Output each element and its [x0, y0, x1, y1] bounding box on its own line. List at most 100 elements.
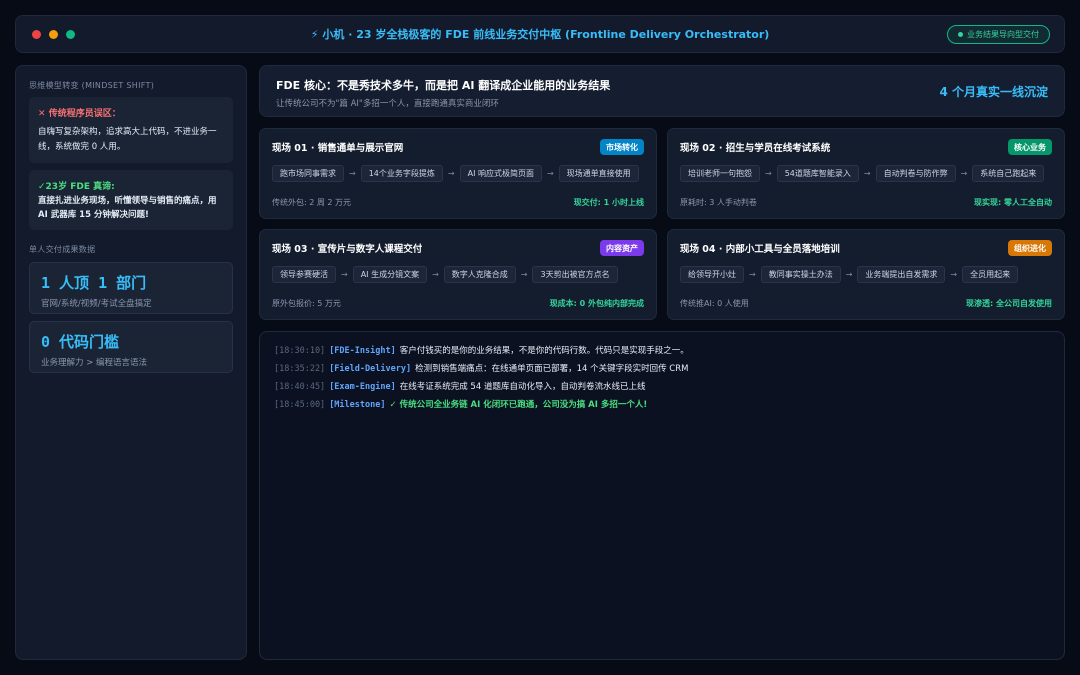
cross-icon: ✕ [38, 109, 49, 119]
maximize-dot[interactable] [66, 30, 75, 39]
log-timestamp: [18:30:10] [274, 346, 326, 356]
flow-step: 现场通单直接使用 [558, 165, 639, 182]
case-before: 原耗时: 3 人手动判卷 [680, 198, 757, 207]
flow-step: 3天剪出被官方点名 [532, 266, 618, 283]
flow-step: 教同事实操土办法 [760, 266, 841, 283]
case-after: 现实现: 零人工全自动 [974, 198, 1052, 207]
case-card-03[interactable]: 现场 03 · 宣传片与数字人课程交付 内容资产 领导参赛硬活 → AI 生成分镜… [259, 229, 657, 320]
close-dot[interactable] [32, 30, 41, 39]
flow-step: 54道题库智能录入 [776, 165, 859, 182]
flow-step: 系统自己跑起来 [972, 165, 1045, 182]
mode-badge: 业务结果导向型交付 [947, 25, 1050, 44]
log-message: 在线考证系统完成 54 道题库自动化导入，自动判卷流水线已上线 [399, 382, 646, 392]
flow-step: AI 生成分镜文案 [352, 266, 428, 283]
case-tag: 核心业务 [1008, 139, 1052, 155]
stats-label: 单人交付成果数据 [29, 245, 96, 254]
log-message: 检测到销售端痛点：在线通单页面已部署，14 个关键字段实时回传 CRM [415, 364, 689, 374]
case-card-02[interactable]: 现场 02 · 招生与学员在线考试系统 核心业务 培训老师一句抱怨 → 54道题库… [667, 128, 1065, 219]
case-title: 现场 02 · 招生与学员在线考试系统 [680, 143, 831, 154]
minimize-dot[interactable] [49, 30, 58, 39]
log-tag: [Exam-Engine] [329, 382, 396, 392]
truth-card: ✓23岁 FDE 真谛: 直接扎进业务现场，听懂领导与销售的痛点，用 AI 武器… [29, 170, 233, 230]
case-flow: 领导参赛硬活 → AI 生成分镜文案 → 数字人克隆合成 → 3天剪出被官方点名 [272, 266, 618, 283]
banner-subtitle: 让传统公司不为"篇 AI"多招一个人，直接跑通真实商业闭环 [276, 99, 499, 109]
case-flow: 跑市场同事需求 → 14个业务字段提炼 → AI 响应式极简页面 → 现场通单直接使用 [272, 165, 639, 182]
banner-highlight: 4 个月真实一线沉淀 [939, 85, 1048, 99]
case-tag: 市场转化 [600, 139, 644, 155]
case-tag: 组织进化 [1008, 240, 1052, 256]
check-icon: ✓ [38, 182, 46, 192]
log-tag: [Field-Delivery] [329, 364, 412, 374]
case-title: 现场 01 · 销售通单与展示官网 [272, 143, 404, 154]
arrow-right-icon: → [546, 169, 554, 178]
lightning-icon: ⚡ [310, 28, 319, 41]
log-console[interactable]: [18:30:10] [FDE-Insight] 客户付钱买的是你的业务结果，不是你… [259, 331, 1065, 660]
log-timestamp: [18:45:00] [274, 400, 326, 410]
arrow-right-icon: → [341, 270, 348, 279]
case-flow: 给领导开小灶 → 教同事实操土办法 → 业务端提出自发需求 → 全员用起来 [680, 266, 1019, 283]
stat-card: 1 人顶 1 部门 官网/系统/视频/考试全盘搞定 [29, 262, 233, 314]
arrow-right-icon: → [749, 270, 756, 279]
case-tag: 内容资产 [600, 240, 644, 256]
status-dot-icon [958, 32, 963, 37]
case-title: 现场 03 · 宣传片与数字人课程交付 [272, 244, 423, 255]
log-line: [18:35:22] [Field-Delivery] 检测到销售端痛点：在线通单页… [274, 360, 1050, 378]
arrow-right-icon: → [960, 169, 968, 178]
stat-sub: 官网/系统/视频/考试全盘搞定 [41, 299, 152, 309]
arrow-right-icon: → [845, 270, 853, 279]
main-panel: FDE 核心：不是秀技术多牛，而是把 AI 翻译成企业能用的业务结果 让传统公司… [259, 65, 1065, 660]
log-timestamp: [18:40:45] [274, 382, 326, 392]
case-after: 现交付: 1 小时上线 [573, 198, 644, 207]
case-before: 传统外包: 2 周 2 万元 [272, 198, 352, 207]
stat-value: 1 人顶 1 部门 [41, 274, 147, 292]
arrow-right-icon: → [765, 169, 772, 178]
banner-title: FDE 核心：不是秀技术多牛，而是把 AI 翻译成企业能用的业务结果 [276, 79, 611, 92]
flow-step: 给领导开小灶 [680, 266, 744, 283]
stat-sub: 业务理解力 > 编程语言语法 [41, 358, 148, 368]
truth-title: ✓23岁 FDE 真谛: [38, 182, 115, 192]
myth-body: 自嗨写复杂架构，追求高大上代码，不进业务一线，系统做完 0 人用。 [38, 127, 217, 152]
case-before: 传统推AI: 0 人使用 [680, 299, 749, 308]
core-banner: FDE 核心：不是秀技术多牛，而是把 AI 翻译成企业能用的业务结果 让传统公司… [259, 65, 1065, 117]
mindset-label: 思维模型转变 (MINDSET SHIFT) [29, 81, 155, 90]
log-message: 客户付钱买的是你的业务结果，不是你的代码行数。代码只是实现手段之一。 [399, 346, 689, 356]
log-line: [18:40:45] [Exam-Engine] 在线考证系统完成 54 道题库自动… [274, 378, 1050, 396]
arrow-right-icon: → [520, 270, 528, 279]
flow-step: 14个业务字段提炼 [360, 165, 443, 182]
app-title-text: 小机 · 23 岁全栈极客的 FDE 前线业务交付中枢 (Frontline D… [322, 28, 770, 41]
stat-value: 0 代码门槛 [41, 333, 120, 351]
case-card-04[interactable]: 现场 04 · 内部小工具与全员落地培训 组织进化 给领导开小灶 → 教同事实操土… [667, 229, 1065, 320]
arrow-right-icon: → [950, 270, 958, 279]
log-line: [18:30:10] [FDE-Insight] 客户付钱买的是你的业务结果，不是你… [274, 342, 1050, 360]
log-message: ✓ 传统公司全业务链 AI 化闭环已跑通，公司没为搞 AI 多招一个人! [389, 400, 648, 410]
myth-card: ✕ 传统程序员误区： 自嗨写复杂架构，追求高大上代码，不进业务一线，系统做完 0… [29, 97, 233, 163]
flow-step: 跑市场同事需求 [272, 165, 344, 182]
arrow-right-icon: → [447, 169, 455, 178]
log-line: [18:45:00] [Milestone] ✓ 传统公司全业务链 AI 化闭环已跑… [274, 396, 1050, 414]
flow-step: 培训老师一句抱怨 [680, 165, 760, 182]
window-controls [32, 30, 75, 39]
flow-step: 业务端提出自发需求 [857, 266, 946, 283]
flow-step: AI 响应式极简页面 [459, 165, 542, 182]
case-after: 现成本: 0 外包纯内部完成 [549, 299, 644, 308]
case-card-01[interactable]: 现场 01 · 销售通单与展示官网 市场转化 跑市场同事需求 → 14个业务字段提… [259, 128, 657, 219]
log-tag: [FDE-Insight] [329, 346, 396, 356]
case-before: 原外包报价: 5 万元 [272, 299, 341, 308]
case-title: 现场 04 · 内部小工具与全员落地培训 [680, 244, 840, 255]
flow-step: 全员用起来 [962, 266, 1019, 283]
sidebar: 思维模型转变 (MINDSET SHIFT) ✕ 传统程序员误区： 自嗨写复杂架… [15, 65, 247, 660]
mode-badge-label: 业务结果导向型交付 [967, 30, 1039, 39]
flow-step: 自动判卷与防作弊 [875, 165, 956, 182]
myth-title: ✕ 传统程序员误区： [38, 109, 121, 119]
flow-step: 领导参赛硬活 [272, 266, 336, 283]
log-timestamp: [18:35:22] [274, 364, 326, 374]
arrow-right-icon: → [349, 169, 356, 178]
arrow-right-icon: → [432, 270, 439, 279]
title-bar: ⚡ 小机 · 23 岁全栈极客的 FDE 前线业务交付中枢 (Frontline … [15, 15, 1065, 53]
flow-step: 数字人克隆合成 [443, 266, 516, 283]
case-after: 现渗透: 全公司自发使用 [966, 299, 1052, 308]
arrow-right-icon: → [863, 169, 871, 178]
stat-card: 0 代码门槛 业务理解力 > 编程语言语法 [29, 321, 233, 373]
app-title: ⚡ 小机 · 23 岁全栈极客的 FDE 前线业务交付中枢 (Frontline … [16, 26, 1064, 42]
truth-body: 直接扎进业务现场，听懂领导与销售的痛点，用 AI 武器库 15 分钟解决问题! [38, 196, 217, 220]
